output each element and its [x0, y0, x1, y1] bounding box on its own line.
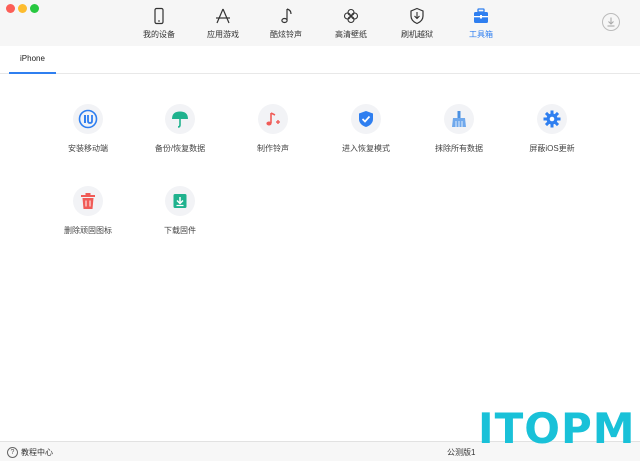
download-manager-button[interactable] — [602, 13, 620, 31]
flower-icon — [343, 8, 359, 24]
tutorial-center-label: 教程中心 — [21, 447, 53, 457]
title-bar: 我的设备 应用游戏 酷炫铃声 高清壁纸 刷机越狱 工具箱 — [0, 0, 640, 46]
tool-install-mobile[interactable]: 安装移动端 — [53, 104, 123, 164]
music-note-icon — [281, 8, 292, 24]
tool-icon-bg — [73, 104, 103, 134]
nav-tab-flash-jailbreak[interactable]: 刷机越狱 — [384, 5, 450, 43]
tool-label: 下载固件 — [164, 226, 196, 235]
nav-tab-apps-games[interactable]: 应用游戏 — [190, 5, 256, 43]
tool-recovery-mode[interactable]: 进入恢复模式 — [331, 104, 401, 164]
umbrella-icon — [172, 111, 188, 128]
close-window-button[interactable] — [6, 4, 15, 13]
tool-label: 安装移动端 — [68, 144, 108, 153]
tool-backup-restore[interactable]: 备份/恢复数据 — [145, 104, 215, 164]
nav-tab-label: 酷炫铃声 — [270, 30, 302, 39]
tool-icon-bg — [351, 104, 381, 134]
tool-label: 删除顽固图标 — [64, 226, 112, 235]
tool-erase-all-data[interactable]: 抹除所有数据 — [424, 104, 494, 164]
music-plus-icon — [266, 112, 280, 126]
phone-icon — [154, 7, 164, 25]
gear-icon — [543, 110, 561, 128]
broom-icon — [452, 111, 466, 127]
download-box-icon — [173, 194, 187, 208]
tool-icon-bg — [73, 186, 103, 216]
question-icon: ? — [7, 446, 18, 458]
tool-make-ringtone[interactable]: 制作铃声 — [238, 104, 308, 164]
itools-logo-icon — [78, 109, 98, 129]
tool-icon-bg — [444, 104, 474, 134]
nav-tab-label: 应用游戏 — [207, 30, 239, 39]
zoom-window-button[interactable] — [30, 4, 39, 13]
watermark-logo: ITOPM — [478, 404, 636, 453]
tool-label: 制作铃声 — [257, 144, 289, 153]
tool-icon-bg — [165, 186, 195, 216]
nav-tab-label: 高清壁纸 — [335, 30, 367, 39]
tab-iphone[interactable]: iPhone — [9, 46, 56, 74]
nav-tab-wallpapers[interactable]: 高清壁纸 — [318, 5, 384, 43]
tool-download-firmware[interactable]: 下载固件 — [145, 186, 215, 246]
tool-delete-stubborn-icons[interactable]: 删除顽固图标 — [53, 186, 123, 246]
tool-label: 屏蔽iOS更新 — [529, 144, 575, 153]
nav-tab-label: 刷机越狱 — [401, 30, 433, 39]
nav-tab-ringtones[interactable]: 酷炫铃声 — [253, 5, 319, 43]
trash-icon — [81, 193, 95, 209]
appstore-icon — [216, 8, 230, 24]
nav-tab-label: 工具箱 — [469, 30, 493, 39]
shield-download-icon — [410, 7, 424, 25]
device-tab-bar: iPhone — [0, 46, 640, 74]
tool-label: 备份/恢复数据 — [154, 144, 206, 153]
tutorial-center-link[interactable]: ? 教程中心 — [7, 445, 53, 459]
nav-tab-my-device[interactable]: 我的设备 — [126, 5, 192, 43]
minimize-window-button[interactable] — [18, 4, 27, 13]
version-label: 公测版1 — [447, 448, 476, 457]
shield-check-icon — [359, 111, 373, 127]
tool-icon-bg — [165, 104, 195, 134]
tool-label: 抹除所有数据 — [435, 144, 483, 153]
tool-icon-bg — [537, 104, 567, 134]
nav-tab-toolbox[interactable]: 工具箱 — [448, 5, 514, 43]
toolbox-icon — [474, 8, 488, 23]
download-icon — [607, 17, 615, 27]
tool-icon-bg — [258, 104, 288, 134]
tool-label: 进入恢复模式 — [342, 144, 390, 153]
nav-tab-label: 我的设备 — [143, 30, 175, 39]
tool-block-ios-update[interactable]: 屏蔽iOS更新 — [517, 104, 587, 164]
